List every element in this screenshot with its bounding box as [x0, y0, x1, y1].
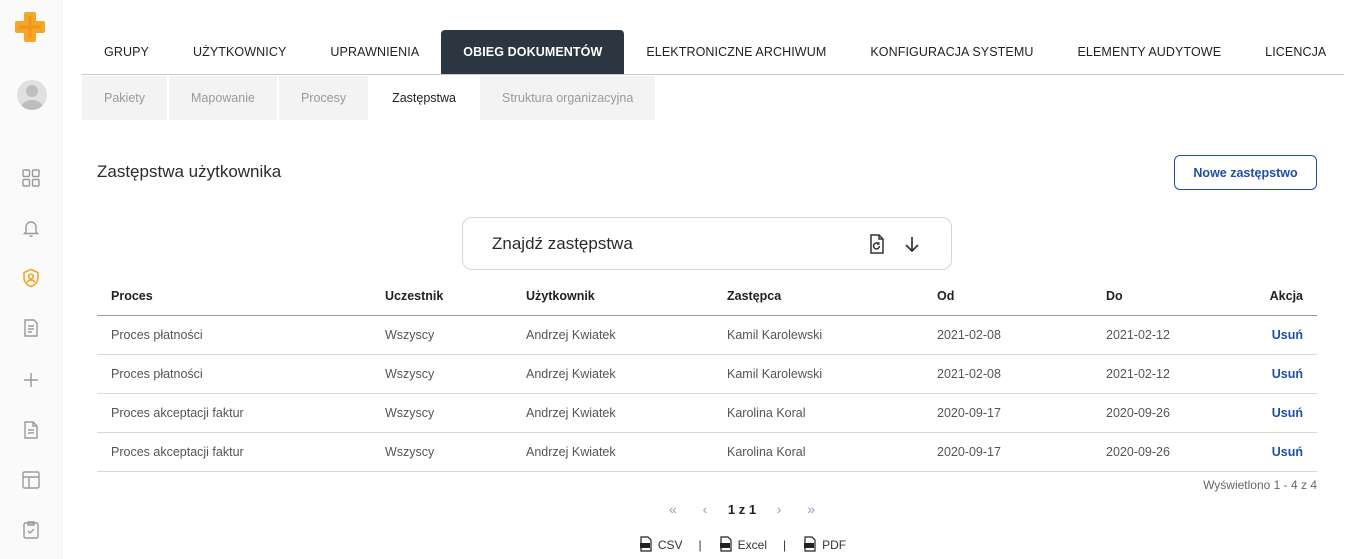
- table-row: Proces akceptacji faktur Wszyscy Andrzej…: [97, 432, 1317, 472]
- cell-od: 2021-02-08: [923, 354, 1092, 394]
- column-header-akcja: Akcja: [1252, 278, 1317, 316]
- column-header-do[interactable]: Do: [1092, 278, 1252, 316]
- cell-zastepca: Karolina Koral: [713, 393, 923, 433]
- cell-akcja: Usuń: [1252, 393, 1317, 433]
- checklist-icon[interactable]: [19, 316, 43, 340]
- cell-uzytkownik: Andrzej Kwiatek: [512, 432, 713, 472]
- last-page-button[interactable]: »: [802, 501, 820, 517]
- user-shield-icon[interactable]: [19, 266, 43, 290]
- cell-proces: Proces płatności: [97, 315, 371, 355]
- cell-uczestnik: Wszyscy: [371, 354, 512, 394]
- cell-proces: Proces akceptacji faktur: [97, 393, 371, 433]
- delete-link[interactable]: Usuń: [1272, 445, 1303, 459]
- tab-elementy-audytowe[interactable]: ELEMENTY AUDYTOWE: [1056, 30, 1244, 74]
- separator: |: [698, 538, 702, 552]
- cell-uzytkownik: Andrzej Kwiatek: [512, 315, 713, 355]
- column-header-uczestnik[interactable]: Uczestnik: [371, 278, 512, 316]
- table-row: Proces płatności Wszyscy Andrzej Kwiatek…: [97, 354, 1317, 394]
- cell-akcja: Usuń: [1252, 432, 1317, 472]
- export-pdf-label: PDF: [822, 538, 847, 552]
- logo[interactable]: [13, 10, 47, 44]
- subtab-procesy[interactable]: Procesy: [278, 76, 371, 120]
- new-substitution-button[interactable]: Nowe zastępstwo: [1174, 155, 1317, 190]
- table-row: Proces akceptacji faktur Wszyscy Andrzej…: [97, 393, 1317, 433]
- export-csv-label: CSV: [657, 538, 683, 552]
- tab-uprawnienia[interactable]: UPRAWNIENIA: [308, 30, 441, 74]
- delete-link[interactable]: Usuń: [1272, 367, 1303, 381]
- export-csv-button[interactable]: CSV: [638, 535, 683, 555]
- tab-grupy[interactable]: GRUPY: [82, 30, 171, 74]
- subtab-zastepstwa[interactable]: Zastępstwa: [370, 76, 481, 120]
- column-header-proces[interactable]: Proces: [97, 278, 371, 316]
- page-title: Zastępstwa użytkownika: [97, 162, 282, 181]
- cell-proces: Proces płatności: [97, 354, 371, 394]
- delete-link[interactable]: Usuń: [1272, 406, 1303, 420]
- cell-do: 2020-09-26: [1092, 432, 1252, 472]
- plus-icon[interactable]: [19, 368, 43, 392]
- delete-link[interactable]: Usuń: [1272, 328, 1303, 342]
- substitutions-table: Proces Uczestnik Użytkownik Zastępca Od …: [97, 278, 1317, 472]
- tab-elektroniczne-archiwum[interactable]: ELEKTRONICZNE ARCHIWUM: [624, 30, 848, 74]
- cell-od: 2021-02-08: [923, 315, 1092, 355]
- table-row: Proces płatności Wszyscy Andrzej Kwiatek…: [97, 315, 1317, 355]
- pdf-file-icon: [802, 535, 818, 555]
- pagination: « ‹ 1 z 1 › »: [622, 498, 862, 520]
- search-panel-title: Znajdź zastępstwa: [492, 234, 633, 253]
- cell-do: 2021-02-12: [1092, 315, 1252, 355]
- cell-do: 2020-09-26: [1092, 393, 1252, 433]
- cell-uczestnik: Wszyscy: [371, 315, 512, 355]
- cell-zastepca: Kamil Karolewski: [713, 315, 923, 355]
- page-info: 1 z 1: [727, 501, 757, 517]
- cell-od: 2020-09-17: [923, 393, 1092, 433]
- search-panel[interactable]: Znajdź zastępstwa: [462, 217, 952, 270]
- excel-file-icon: [718, 535, 734, 555]
- tab-licencja[interactable]: LICENCJA: [1243, 30, 1348, 74]
- avatar[interactable]: [17, 80, 47, 110]
- tab-obieg-dokumentow[interactable]: OBIEG DOKUMENTÓW: [441, 30, 625, 74]
- tab-uzytkownicy[interactable]: UŻYTKOWNICY: [171, 30, 308, 74]
- cell-akcja: Usuń: [1252, 315, 1317, 355]
- sidebar: [0, 0, 62, 559]
- refresh-document-icon[interactable]: [866, 233, 888, 255]
- first-page-button[interactable]: «: [664, 501, 682, 517]
- cell-uczestnik: Wszyscy: [371, 432, 512, 472]
- cell-zastepca: Karolina Koral: [713, 432, 923, 472]
- subtab-struktura-organizacyjna[interactable]: Struktura organizacyjna: [480, 76, 658, 120]
- cell-uzytkownik: Andrzej Kwiatek: [512, 393, 713, 433]
- column-header-zastepca[interactable]: Zastępca: [713, 278, 923, 316]
- table-header-row: Proces Uczestnik Użytkownik Zastępca Od …: [97, 278, 1317, 316]
- clipboard-check-icon[interactable]: [19, 518, 43, 542]
- cell-od: 2020-09-17: [923, 432, 1092, 472]
- cell-uzytkownik: Andrzej Kwiatek: [512, 354, 713, 394]
- document-icon[interactable]: [19, 418, 43, 442]
- cell-proces: Proces akceptacji faktur: [97, 432, 371, 472]
- layout-icon[interactable]: [19, 468, 43, 492]
- bell-icon[interactable]: [19, 216, 43, 240]
- csv-file-icon: [638, 535, 654, 555]
- tab-konfiguracja-systemu[interactable]: KONFIGURACJA SYSTEMU: [848, 30, 1055, 74]
- export-excel-label: Excel: [737, 538, 768, 552]
- results-summary: Wyświetlono 1 - 4 z 4: [1203, 478, 1317, 492]
- arrow-down-icon[interactable]: [901, 233, 923, 255]
- main-tabs: GRUPY UŻYTKOWNICY UPRAWNIENIA OBIEG DOKU…: [82, 30, 1344, 75]
- main-content: GRUPY UŻYTKOWNICY UPRAWNIENIA OBIEG DOKU…: [62, 0, 1360, 559]
- dashboard-icon[interactable]: [19, 166, 43, 190]
- subtab-pakiety[interactable]: Pakiety: [82, 76, 169, 120]
- sub-tabs: Pakiety Mapowanie Procesy Zastępstwa Str…: [82, 76, 658, 120]
- separator: |: [783, 538, 787, 552]
- export-excel-button[interactable]: Excel: [718, 535, 768, 555]
- cell-do: 2021-02-12: [1092, 354, 1252, 394]
- prev-page-button[interactable]: ‹: [696, 501, 714, 517]
- cell-akcja: Usuń: [1252, 354, 1317, 394]
- subtab-mapowanie[interactable]: Mapowanie: [169, 76, 279, 120]
- cell-uczestnik: Wszyscy: [371, 393, 512, 433]
- next-page-button[interactable]: ›: [770, 501, 788, 517]
- export-pdf-button[interactable]: PDF: [802, 535, 847, 555]
- column-header-uzytkownik[interactable]: Użytkownik: [512, 278, 713, 316]
- cell-zastepca: Kamil Karolewski: [713, 354, 923, 394]
- column-header-od[interactable]: Od: [923, 278, 1092, 316]
- export-bar: CSV | Excel | PDF: [592, 535, 892, 555]
